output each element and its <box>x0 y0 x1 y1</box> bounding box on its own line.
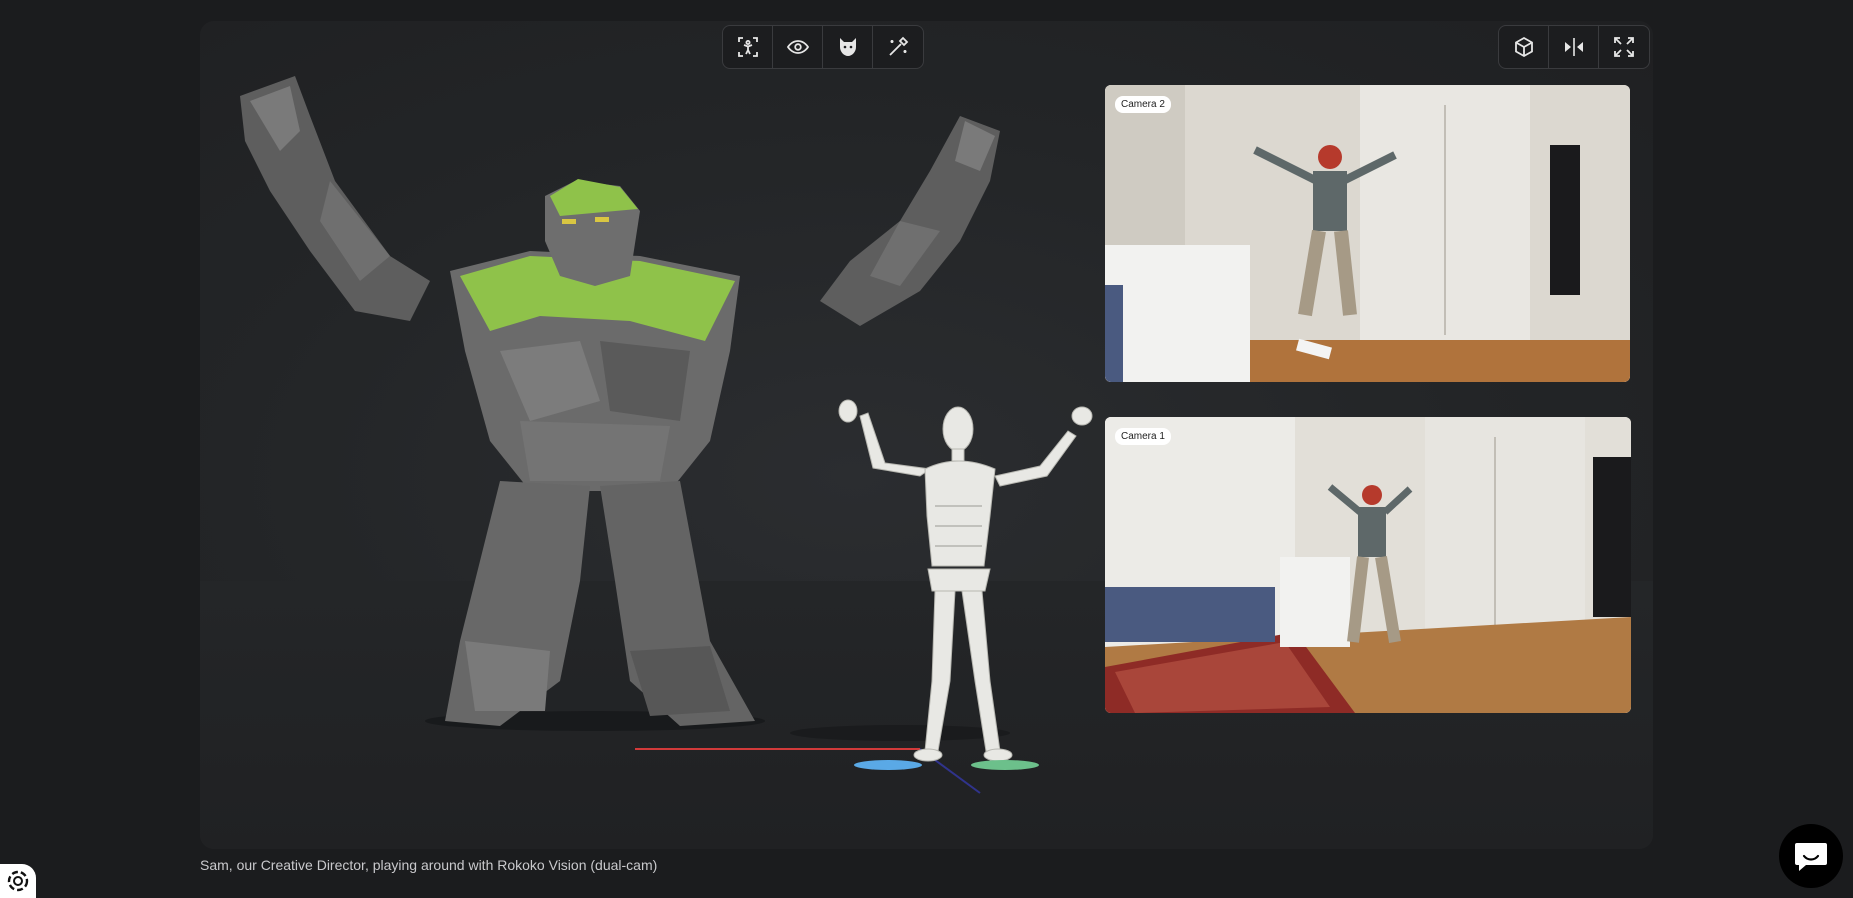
logo-icon <box>7 870 29 892</box>
display-toolbar <box>1498 25 1650 69</box>
video-caption: Sam, our Creative Director, playing arou… <box>200 857 658 873</box>
eye-icon <box>786 40 809 54</box>
effects-button[interactable] <box>873 26 923 68</box>
fullscreen-button[interactable] <box>1599 26 1649 68</box>
camera-1-label: Camera 1 <box>1115 428 1171 445</box>
camera-2-label: Camera 2 <box>1115 96 1171 113</box>
character-mask-icon <box>839 38 856 56</box>
left-foot-marker <box>854 760 922 770</box>
chat-button[interactable] <box>1779 824 1843 888</box>
camera-2-image <box>1105 85 1630 382</box>
view-toolbar <box>722 25 924 69</box>
body-focus-button[interactable] <box>723 26 773 68</box>
visibility-button[interactable] <box>773 26 823 68</box>
character-button[interactable] <box>823 26 873 68</box>
mannequin-figure <box>838 399 1093 762</box>
fullscreen-icon <box>1614 37 1634 57</box>
3d-view-button[interactable] <box>1499 26 1549 68</box>
golem-figure <box>240 76 1000 726</box>
magic-wand-icon <box>889 36 909 56</box>
mannequin-shadow <box>790 725 1010 741</box>
camera-2-feed: Camera 2 <box>1105 85 1630 382</box>
3d-viewport[interactable]: Camera 2 Camera 1 <box>200 21 1653 849</box>
cube-icon <box>1514 36 1533 58</box>
right-foot-marker <box>971 760 1039 770</box>
mirror-icon <box>1564 38 1583 56</box>
camera-1-feed: Camera 1 <box>1105 417 1631 713</box>
scene-illustration <box>240 76 1093 794</box>
brand-logo[interactable] <box>0 864 36 898</box>
chat-bubble-icon <box>1795 843 1827 871</box>
mirror-button[interactable] <box>1549 26 1599 68</box>
camera-1-image <box>1105 417 1631 713</box>
body-focus-icon <box>737 37 758 57</box>
